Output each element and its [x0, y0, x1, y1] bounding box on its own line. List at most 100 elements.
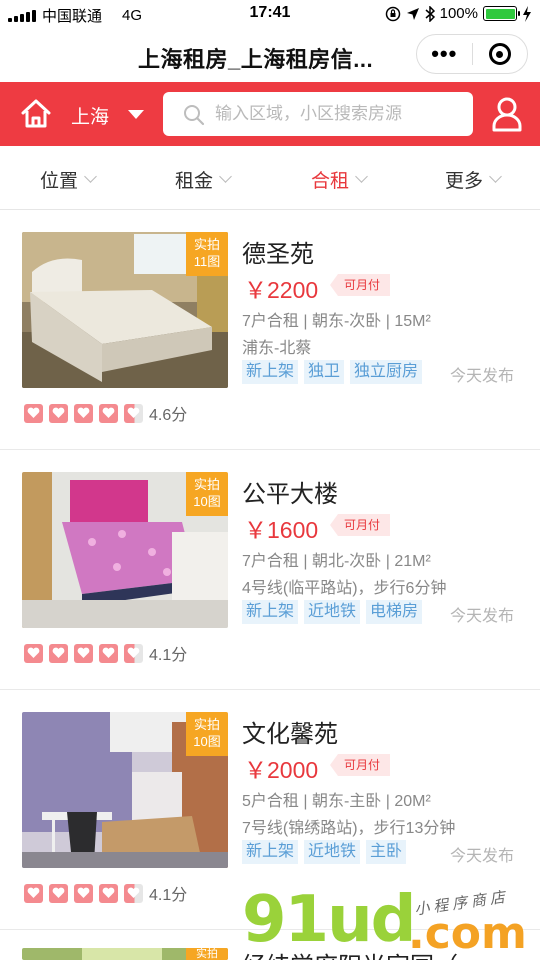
filter-shared[interactable]: 合租 [311, 166, 368, 193]
heart-icon [49, 883, 68, 903]
listing-tag: 新上架 [242, 360, 299, 384]
photo-count-tag: 实拍 [186, 948, 228, 960]
chevron-down-icon [355, 170, 368, 183]
photo-tag-count: 10图 [193, 494, 221, 509]
listing-card[interactable]: 实拍 11图 德圣苑 ￥2200 可月付 7户合租 | 朝东-次卧 | 15M²… [0, 210, 540, 450]
chevron-down-icon [219, 170, 232, 183]
listing-photo: 实拍 [22, 948, 228, 960]
photo-tag-real: 实拍 [193, 717, 220, 732]
listing-tags: 新上架 独卫 独立厨房 [242, 360, 423, 384]
orientation-lock-icon [385, 6, 400, 21]
monthly-pay-badge: 可月付 [330, 274, 391, 296]
heart-icon [24, 643, 43, 663]
photo-tag-count: 11图 [193, 254, 221, 269]
chevron-down-icon [489, 170, 502, 183]
photo-tag-real: 实拍 [193, 237, 220, 252]
listing-detail: 7户合租 | 朝东-次卧 | 15M² [242, 313, 431, 330]
filter-more-label: 更多 [445, 171, 484, 192]
heart-icon [74, 643, 93, 663]
publish-time: 今天发布 [449, 368, 514, 385]
capsule-menu: ••• [416, 34, 528, 74]
listing-card[interactable]: 实拍 10图 公平大楼 ￥1600 可月付 7户合租 | 朝北-次卧 | 21M… [0, 450, 540, 690]
listing-detail: 5户合租 | 朝东-主卧 | 20M² [242, 793, 431, 810]
search-box[interactable] [163, 92, 473, 136]
filter-location-label: 位置 [40, 171, 79, 192]
filter-bar: 位置 租金 合租 更多 [0, 146, 540, 210]
listing-location: 7号线(锦绣路站)，步行13分钟 [242, 820, 456, 837]
heart-icon [74, 883, 93, 903]
listing-tags: 新上架 近地铁 主卧 [242, 840, 407, 864]
photo-count-tag: 实拍 11图 [186, 232, 228, 276]
heart-icon [24, 883, 43, 903]
listing-tags: 新上架 近地铁 电梯房 [242, 600, 423, 624]
rating: 4.1分 [24, 641, 187, 665]
rating: 4.6分 [24, 401, 187, 425]
photo-tag-real: 实拍 [193, 477, 220, 492]
battery-percent: 100% [439, 5, 478, 22]
listing-tag: 新上架 [242, 600, 299, 624]
user-profile-icon[interactable] [491, 96, 523, 132]
listing-price: ￥2000 [244, 757, 319, 783]
photo-count-tag: 实拍 10图 [186, 472, 228, 516]
listing-tag: 独卫 [304, 360, 345, 384]
close-target-icon [488, 43, 511, 65]
listing-photo: 实拍 11图 [22, 232, 228, 388]
half-heart-icon [124, 403, 143, 423]
rating-score: 4.6分 [149, 407, 188, 424]
bluetooth-icon [425, 5, 435, 22]
charging-icon [523, 5, 531, 22]
monthly-pay-badge: 可月付 [330, 754, 391, 776]
rating-score: 4.1分 [149, 887, 188, 904]
rating: 4.1分 [24, 881, 187, 905]
battery-icon [483, 6, 520, 21]
heart-icon [24, 403, 43, 423]
search-input[interactable] [215, 92, 465, 136]
heart-icon [99, 643, 118, 663]
listing-price: ￥2200 [244, 277, 319, 303]
status-bar: 中国联通 4G 17:41 100% [0, 0, 540, 28]
half-heart-icon [124, 883, 143, 903]
location-arrow-icon [406, 7, 419, 20]
filter-more[interactable]: 更多 [445, 166, 502, 193]
filter-shared-label: 合租 [311, 171, 350, 192]
mini-program-title-bar: 上海租房_上海租房信... ••• [0, 28, 540, 82]
listing-price: ￥1600 [244, 517, 319, 543]
listing-tag: 独立厨房 [350, 360, 423, 384]
listing-title: 公平大楼 [242, 481, 338, 508]
search-header: 上海 [0, 82, 540, 146]
close-button[interactable] [473, 43, 528, 65]
listing-title: 德圣苑 [242, 241, 314, 268]
listing-title: 文化馨苑 [242, 721, 338, 748]
heart-icon [99, 403, 118, 423]
heart-icon [99, 883, 118, 903]
listing-tag: 近地铁 [304, 840, 361, 864]
listing-card[interactable]: 实拍 经纬学府阳光家园（ [0, 930, 540, 960]
listing-card[interactable]: 实拍 10图 文化馨苑 ￥2000 可月付 5户合租 | 朝东-主卧 | 20M… [0, 690, 540, 930]
heart-icon [49, 403, 68, 423]
filter-rent-label: 租金 [175, 171, 214, 192]
caret-down-icon[interactable] [128, 110, 144, 119]
filter-rent[interactable]: 租金 [175, 166, 232, 193]
chevron-down-icon [84, 170, 97, 183]
listing-photo: 实拍 10图 [22, 472, 228, 628]
listing-location: 浦东-北蔡 [242, 340, 312, 357]
home-icon[interactable] [20, 98, 52, 130]
filter-location[interactable]: 位置 [40, 166, 97, 193]
photo-tag-real: 实拍 [196, 948, 218, 960]
search-icon [184, 105, 205, 126]
photo-count-tag: 实拍 10图 [186, 712, 228, 756]
monthly-pay-badge: 可月付 [330, 514, 391, 536]
photo-tag-count: 10图 [193, 734, 221, 749]
publish-time: 今天发布 [449, 848, 514, 865]
listing-tag: 新上架 [242, 840, 299, 864]
heart-icon [49, 643, 68, 663]
city-selector[interactable]: 上海 [71, 102, 109, 129]
more-menu-button[interactable]: ••• [417, 34, 472, 74]
listing-tag: 电梯房 [366, 600, 423, 624]
heart-icon [74, 403, 93, 423]
listing-location: 4号线(临平路站)，步行6分钟 [242, 580, 447, 597]
half-heart-icon [124, 643, 143, 663]
listing-detail: 7户合租 | 朝北-次卧 | 21M² [242, 553, 431, 570]
listing-title: 经纬学府阳光家园（ [242, 946, 458, 960]
listing-tag: 近地铁 [304, 600, 361, 624]
